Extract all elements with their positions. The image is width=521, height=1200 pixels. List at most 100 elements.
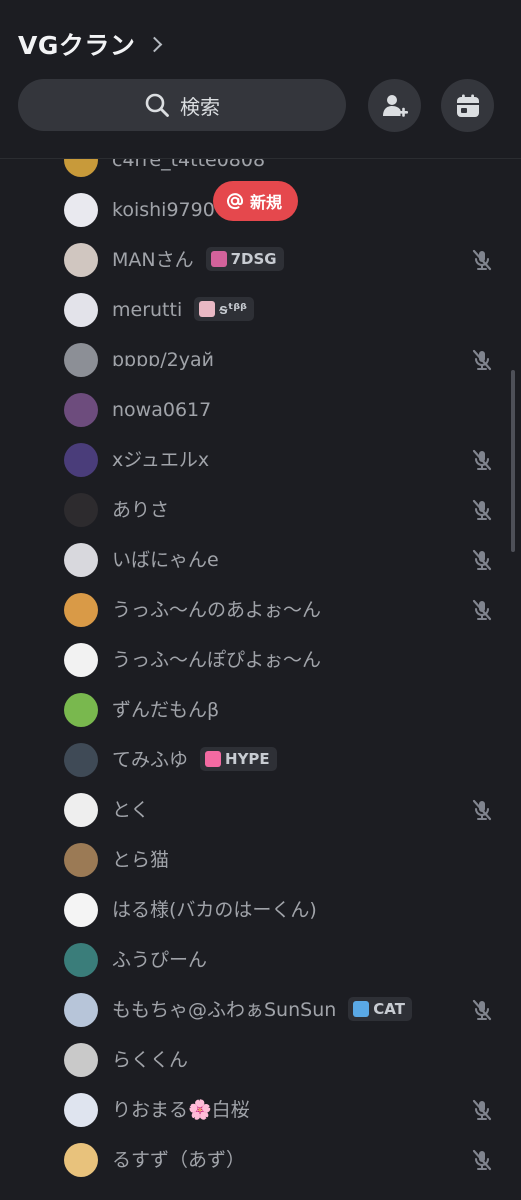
member-row[interactable]: merutti ᵴᵗᵝᵝ: [0, 285, 521, 335]
member-name-text: MANさん: [112, 249, 194, 271]
search-button[interactable]: 検索: [18, 79, 346, 131]
member-row[interactable]: xジュエルx: [0, 435, 521, 485]
server-title-button[interactable]: VGクラン: [18, 26, 163, 62]
member-name: xジュエルx: [112, 449, 210, 471]
avatar: [64, 543, 98, 577]
member-row[interactable]: ずんだもんβ: [0, 685, 521, 735]
mic-muted-icon: [472, 449, 492, 471]
badge-text: CAT: [373, 999, 405, 1018]
badge-text: 7DSG: [230, 249, 277, 268]
add-member-icon: [382, 94, 408, 117]
avatar: [64, 343, 98, 377]
member-name-text: てみふゆ: [112, 749, 189, 771]
events-button[interactable]: [441, 79, 494, 132]
avatar: [64, 943, 98, 977]
mic-muted-icon: [472, 349, 492, 371]
bunny-icon: [199, 300, 216, 317]
role-badge[interactable]: CAT: [348, 996, 412, 1021]
avatar: [64, 193, 98, 227]
avatar: [64, 843, 98, 877]
member-name: ɒɒɒɒ/2уай: [112, 349, 214, 371]
avatar: [64, 493, 98, 527]
member-name: merutti ᵴᵗᵝᵝ: [112, 285, 254, 335]
chevron-right-icon: [147, 36, 163, 52]
avatar: [64, 743, 98, 777]
avatar: [64, 1143, 98, 1177]
member-name: うっふ〜んのあよぉ〜ん: [112, 599, 322, 621]
member-row[interactable]: うっふ〜んぽぴよぉ〜ん: [0, 635, 521, 685]
avatar: [64, 993, 98, 1027]
sword-icon: [210, 250, 227, 267]
calendar-icon: [456, 94, 479, 117]
avatar: [64, 1043, 98, 1077]
member-name: MANさん 7DSG: [112, 235, 284, 285]
member-name: koishi9790: [112, 199, 215, 221]
role-badge[interactable]: ᵴᵗᵝᵝ: [194, 296, 254, 321]
member-name-text: ももちゃ@ふわぁSunSun: [112, 999, 337, 1021]
hype-icon: [205, 750, 222, 767]
member-row[interactable]: ɒɒɒɒ/2уай: [0, 335, 521, 385]
member-row[interactable]: うっふ〜んのあよぉ〜ん: [0, 585, 521, 635]
member-name: てみふゆ HYPE: [112, 735, 277, 785]
cat-icon: [353, 1000, 370, 1017]
mic-muted-icon: [472, 1099, 492, 1121]
avatar: [64, 643, 98, 677]
member-row[interactable]: るすず（あず）: [0, 1135, 521, 1185]
member-row[interactable]: とく: [0, 785, 521, 835]
role-badge[interactable]: 7DSG: [205, 246, 284, 271]
member-name: いばにゃんe: [112, 549, 219, 571]
member-row[interactable]: りおまる🌸白桜: [0, 1085, 521, 1135]
avatar: [64, 293, 98, 327]
member-name: とら猫: [112, 849, 170, 871]
mic-muted-icon: [472, 549, 492, 571]
member-name: らくくん: [112, 1049, 189, 1071]
avatar: [64, 1093, 98, 1127]
member-name: ずんだもんβ: [112, 699, 220, 721]
member-row[interactable]: とら猫: [0, 835, 521, 885]
member-row[interactable]: MANさん 7DSG: [0, 235, 521, 285]
mic-muted-icon: [472, 1149, 492, 1171]
server-name: VGクラン: [18, 31, 136, 60]
role-badge[interactable]: HYPE: [200, 746, 277, 771]
member-name: nowa0617: [112, 399, 212, 421]
avatar: [64, 443, 98, 477]
member-row[interactable]: らくくん: [0, 1035, 521, 1085]
member-row[interactable]: はる様(バカのはーくん): [0, 885, 521, 935]
member-name: ももちゃ@ふわぁSunSun CAT: [112, 985, 412, 1035]
member-name: りおまる🌸白桜: [112, 1099, 250, 1121]
member-row[interactable]: ふうぴーん: [0, 935, 521, 985]
member-name-text: merutti: [112, 299, 183, 321]
mic-muted-icon: [472, 799, 492, 821]
avatar: [64, 243, 98, 277]
badge-text: ᵴᵗᵝᵝ: [219, 299, 247, 318]
new-pill-label: 新規: [250, 193, 283, 212]
avatar: [64, 893, 98, 927]
add-member-button[interactable]: [368, 79, 421, 132]
mic-muted-icon: [472, 599, 492, 621]
search-icon: [145, 93, 169, 117]
member-name: うっふ〜んぽぴよぉ〜ん: [112, 649, 322, 671]
avatar: [64, 393, 98, 427]
member-row[interactable]: いばにゃんe: [0, 535, 521, 585]
mic-muted-icon: [472, 999, 492, 1021]
member-name: ありさ: [112, 499, 170, 521]
badge-text: HYPE: [225, 749, 270, 768]
member-row[interactable]: てみふゆ HYPE: [0, 735, 521, 785]
member-row[interactable]: ももちゃ@ふわぁSunSun CAT: [0, 985, 521, 1035]
mic-muted-icon: [472, 249, 492, 271]
member-name: はる様(バカのはーくん): [112, 899, 317, 921]
avatar: [64, 793, 98, 827]
member-name: ふうぴーん: [112, 949, 208, 971]
search-label: 検索: [180, 94, 220, 119]
server-header: VGクラン 検索: [0, 0, 521, 159]
member-name: とく: [112, 799, 150, 821]
scrollbar[interactable]: [511, 370, 515, 552]
at-icon: [227, 193, 244, 210]
avatar: [64, 593, 98, 627]
member-row[interactable]: nowa0617: [0, 385, 521, 435]
member-name: るすず（あず）: [112, 1149, 246, 1171]
avatar: [64, 693, 98, 727]
member-row[interactable]: ありさ: [0, 485, 521, 535]
mic-muted-icon: [472, 499, 492, 521]
new-mention-pill[interactable]: 新規: [213, 181, 299, 221]
